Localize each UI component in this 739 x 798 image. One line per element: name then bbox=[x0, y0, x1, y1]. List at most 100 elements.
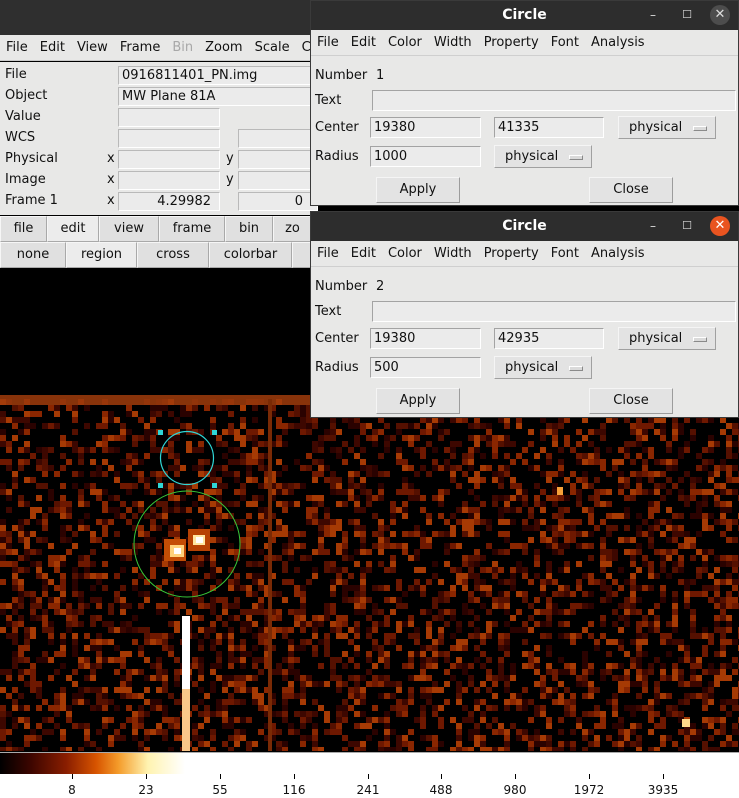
dialog1-menu-file[interactable]: File bbox=[311, 35, 345, 50]
dialog1-titlebar[interactable]: Circle – ☐ ✕ bbox=[311, 1, 738, 30]
btn-region[interactable]: region bbox=[66, 242, 137, 268]
dialog1-menu-width[interactable]: Width bbox=[428, 35, 478, 50]
btn-bin[interactable]: bin bbox=[225, 216, 273, 242]
option-indicator-icon bbox=[693, 337, 707, 342]
dialog2-menu-color[interactable]: Color bbox=[382, 246, 428, 261]
colorbar-ticks: 8 23 55 116 241 488 980 1972 3935 bbox=[0, 774, 739, 798]
dialog2-menu-width[interactable]: Width bbox=[428, 246, 478, 261]
dialog2-center-system-select[interactable]: physical bbox=[618, 327, 716, 350]
dialog1-radius-label: Radius bbox=[315, 149, 359, 164]
minimize-icon[interactable]: – bbox=[643, 5, 663, 25]
dialog1-text-label: Text bbox=[315, 93, 342, 108]
colorbar-tick bbox=[72, 774, 73, 779]
value-field bbox=[118, 108, 220, 127]
dialog2-center-x-input[interactable]: 19380 bbox=[370, 328, 481, 349]
dialog2-menu-font[interactable]: Font bbox=[545, 246, 585, 261]
info-row-frame: Frame 1 x 4.29982 0 bbox=[0, 191, 318, 212]
dialog2-text-label: Text bbox=[315, 304, 342, 319]
file-value: 0916811401_PN.img bbox=[118, 66, 318, 85]
dialog2-menu-analysis[interactable]: Analysis bbox=[585, 246, 651, 261]
minimize-icon[interactable]: – bbox=[643, 216, 663, 236]
button-bar-minor: none region cross colorbar bbox=[0, 242, 312, 268]
value-label: Value bbox=[5, 109, 41, 124]
dialog1-menu-font[interactable]: Font bbox=[545, 35, 585, 50]
region-handle-br[interactable] bbox=[212, 483, 217, 488]
dialog1-number-label: Number bbox=[315, 68, 368, 83]
info-row-wcs: WCS bbox=[0, 128, 318, 149]
dialog2-text-input[interactable] bbox=[372, 301, 736, 322]
physical-label: Physical bbox=[5, 151, 58, 166]
dialog2-center-label: Center bbox=[315, 331, 359, 346]
btn-file[interactable]: file bbox=[0, 216, 47, 242]
dialog1-title: Circle bbox=[502, 7, 547, 23]
dialog1-center-y-input[interactable]: 41335 bbox=[494, 117, 604, 138]
dialog2-menu-file[interactable]: File bbox=[311, 246, 345, 261]
dialog1-text-input[interactable] bbox=[372, 90, 736, 111]
dialog1-menu-property[interactable]: Property bbox=[478, 35, 545, 50]
wcs-y-field bbox=[238, 129, 318, 148]
image-x-field bbox=[118, 171, 220, 190]
dialog1-menu-color[interactable]: Color bbox=[382, 35, 428, 50]
menu-edit[interactable]: Edit bbox=[34, 40, 71, 55]
dialog2-apply-button[interactable]: Apply bbox=[376, 388, 460, 414]
menu-view[interactable]: View bbox=[71, 40, 114, 55]
maximize-icon[interactable]: ☐ bbox=[677, 216, 697, 236]
frame-x-label: x bbox=[107, 193, 115, 208]
btn-colorbar[interactable]: colorbar bbox=[209, 242, 292, 268]
dialog2-radius-input[interactable]: 500 bbox=[370, 357, 481, 378]
btn-zoom[interactable]: zo bbox=[273, 216, 312, 242]
btn-none[interactable]: none bbox=[0, 242, 66, 268]
dialog1-radius-input[interactable]: 1000 bbox=[370, 146, 481, 167]
image-streak-glow bbox=[182, 689, 190, 751]
dialog1-close-button[interactable]: Close bbox=[589, 177, 673, 203]
dialog1-center-system-value: physical bbox=[629, 120, 683, 135]
menu-file[interactable]: File bbox=[0, 40, 34, 55]
dialog2-radius-system-select[interactable]: physical bbox=[494, 356, 592, 379]
dialog1-center-system-select[interactable]: physical bbox=[618, 116, 716, 139]
dialog1-menu-analysis[interactable]: Analysis bbox=[585, 35, 651, 50]
colorbar-tick bbox=[515, 774, 516, 779]
wcs-label: WCS bbox=[5, 130, 36, 145]
image-noise bbox=[0, 399, 739, 751]
btn-extra[interactable] bbox=[292, 242, 312, 268]
menu-bin[interactable]: Bin bbox=[166, 40, 199, 55]
dialog2-radius-system-value: physical bbox=[505, 360, 559, 375]
close-icon[interactable]: ✕ bbox=[710, 216, 730, 236]
region-handle-bl[interactable] bbox=[158, 483, 163, 488]
colorbar[interactable] bbox=[0, 752, 739, 774]
dialog1-apply-button[interactable]: Apply bbox=[376, 177, 460, 203]
dialog1-center-label: Center bbox=[315, 120, 359, 135]
dialog2-menu-edit[interactable]: Edit bbox=[345, 246, 382, 261]
colorbar-tick-label: 3935 bbox=[647, 783, 679, 797]
dialog2-titlebar[interactable]: Circle – ☐ ✕ bbox=[311, 212, 738, 241]
colorbar-tick-label: 241 bbox=[356, 783, 380, 797]
menu-scale[interactable]: Scale bbox=[249, 40, 296, 55]
region-handle-tr[interactable] bbox=[212, 430, 217, 435]
button-bar-major: file edit view frame bin zo bbox=[0, 216, 312, 242]
dialog1-center-x-input[interactable]: 19380 bbox=[370, 117, 481, 138]
menu-zoom[interactable]: Zoom bbox=[199, 40, 248, 55]
maximize-icon[interactable]: ☐ bbox=[677, 5, 697, 25]
menu-frame[interactable]: Frame bbox=[114, 40, 167, 55]
region-handle-tl[interactable] bbox=[158, 430, 163, 435]
dialog2-close-button[interactable]: Close bbox=[589, 388, 673, 414]
dialog1-number-value: 1 bbox=[376, 68, 385, 83]
close-icon[interactable]: ✕ bbox=[710, 5, 730, 25]
dialog1-radius-system-select[interactable]: physical bbox=[494, 145, 592, 168]
option-indicator-icon bbox=[569, 155, 583, 160]
ds9-menubar: File Edit View Frame Bin Zoom Scale Co bbox=[0, 35, 319, 61]
source-blob-2 bbox=[188, 529, 210, 551]
dialog2-number-value: 2 bbox=[376, 279, 385, 294]
dialog2-menu-property[interactable]: Property bbox=[478, 246, 545, 261]
btn-edit[interactable]: edit bbox=[47, 216, 99, 242]
colorbar-tick bbox=[220, 774, 221, 779]
btn-cross[interactable]: cross bbox=[137, 242, 209, 268]
btn-frame[interactable]: frame bbox=[159, 216, 225, 242]
btn-view[interactable]: view bbox=[99, 216, 159, 242]
colorbar-tick-label: 488 bbox=[429, 783, 453, 797]
dialog1-menu-edit[interactable]: Edit bbox=[345, 35, 382, 50]
physical-y-field bbox=[238, 150, 318, 169]
dialog2-center-y-input[interactable]: 42935 bbox=[494, 328, 604, 349]
dialog2-number-label: Number bbox=[315, 279, 368, 294]
colorbar-tick bbox=[146, 774, 147, 779]
